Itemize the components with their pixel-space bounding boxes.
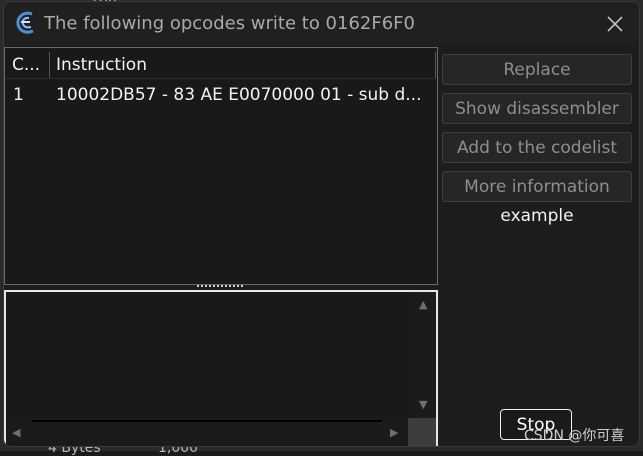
info-text-area[interactable]: ▲ ▼ ◀ ▶ [4,290,438,446]
vertical-scrollbar[interactable]: ▲ ▼ [412,292,436,418]
row-instruction: 10002DB57 - 83 AE E0070000 01 - sub d... [56,85,422,105]
column-separator[interactable] [49,52,50,78]
dialog-title: The following opcodes write to 0162F6F0 [44,13,415,34]
show-disassembler-button[interactable]: Show disassembler [442,93,632,124]
replace-button[interactable]: Replace [442,54,632,85]
scroll-up-icon[interactable]: ▲ [419,298,427,311]
opcodes-list[interactable]: C... Instruction 1 10002DB57 - 83 AE E00… [4,47,438,285]
more-information-button[interactable]: More information [442,171,632,202]
example-label: example [500,206,574,226]
list-header: C... Instruction [5,48,437,79]
cheat-engine-icon [14,10,40,36]
column-header-count[interactable]: C... [12,55,40,75]
column-header-instruction[interactable]: Instruction [56,55,147,75]
scroll-corner [408,418,436,446]
row-count: 1 [13,85,24,105]
scroll-down-icon[interactable]: ▼ [419,398,427,411]
splitter-handle[interactable] [197,285,243,288]
title-bar[interactable]: The following opcodes write to 0162F6F0 [4,2,639,46]
scroll-left-icon[interactable]: ◀ [12,426,20,439]
horizontal-scrollbar[interactable]: ◀ ▶ [6,420,408,446]
scroll-right-icon[interactable]: ▶ [390,426,398,439]
column-separator[interactable] [435,52,436,78]
watermark: CSDN @你可喜 [524,428,625,444]
add-to-codelist-button[interactable]: Add to the codelist [442,132,632,163]
scrollbar-track [32,420,382,422]
opcodes-dialog: The following opcodes write to 0162F6F0 … [3,1,640,447]
close-icon[interactable] [601,10,629,38]
